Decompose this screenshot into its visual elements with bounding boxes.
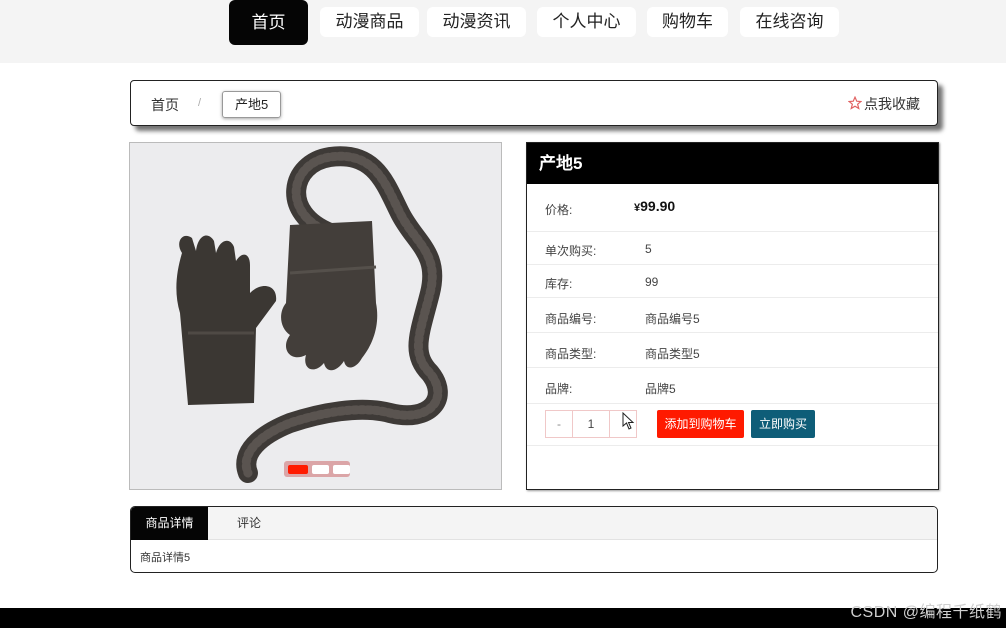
tab-product-details[interactable]: 商品详情 <box>131 507 208 540</box>
product-image-carousel[interactable] <box>129 142 502 490</box>
product-code-row: 商品编号: 商品编号5 <box>527 298 938 333</box>
price-value: ¥99.90 <box>634 198 676 214</box>
breadcrumb-separator: / <box>198 97 202 109</box>
quantity-input[interactable]: 1 <box>573 411 610 437</box>
nav-item-consult[interactable]: 在线咨询 <box>740 7 839 37</box>
favorite-button[interactable]: 点我收藏 <box>847 94 920 114</box>
stock-value: 99 <box>645 275 659 289</box>
star-icon <box>847 95 863 113</box>
nav-item-anime-goods[interactable]: 动漫商品 <box>320 7 419 37</box>
divider <box>527 445 938 446</box>
carousel-indicators <box>284 461 350 477</box>
detail-tabs: 商品详情 评论 商品详情5 <box>130 506 938 573</box>
price-row: 价格: ¥99.90 <box>527 184 938 232</box>
nav-item-profile[interactable]: 个人中心 <box>537 7 636 37</box>
product-type-row: 商品类型: 商品类型5 <box>527 333 938 368</box>
tab-comments[interactable]: 评论 <box>221 507 277 540</box>
price-label: 价格: <box>545 203 573 217</box>
watermark: CSDN @编程千纸鹤 <box>850 604 1002 621</box>
stock-row: 库存: 99 <box>527 265 938 298</box>
breadcrumb-current: 产地5 <box>222 91 282 118</box>
buy-now-button[interactable]: 立即购买 <box>751 410 815 438</box>
product-code-value: 商品编号5 <box>645 312 700 326</box>
product-photo <box>130 143 501 489</box>
nav-item-anime-news[interactable]: 动漫资讯 <box>427 7 526 37</box>
brand-value: 品牌5 <box>645 382 676 396</box>
product-code-label: 商品编号: <box>545 312 597 326</box>
quantity-decrease-button[interactable]: - <box>546 411 573 437</box>
single-purchase-row: 单次购买: 5 <box>527 232 938 265</box>
mouse-cursor-icon <box>622 412 635 430</box>
stock-label: 库存: <box>545 277 573 291</box>
single-purchase-value: 5 <box>645 242 652 256</box>
brand-row: 品牌: 品牌5 <box>527 368 938 404</box>
nav-item-cart[interactable]: 购物车 <box>647 7 728 37</box>
product-info-panel: 产地5 价格: ¥99.90 单次购买: 5 库存: 99 商品编号: 商品编号… <box>526 142 939 490</box>
product-type-label: 商品类型: <box>545 347 597 361</box>
product-type-value: 商品类型5 <box>645 347 700 361</box>
main-nav: 首页 动漫商品 动漫资讯 个人中心 购物车 在线咨询 <box>0 0 1006 63</box>
favorite-label: 点我收藏 <box>864 96 920 112</box>
single-purchase-label: 单次购买: <box>545 244 597 258</box>
tabs-header: 商品详情 评论 <box>131 507 937 540</box>
carousel-dot-3[interactable] <box>333 464 350 474</box>
nav-item-home[interactable]: 首页 <box>229 0 308 45</box>
product-title: 产地5 <box>527 143 938 184</box>
carousel-dot-1[interactable] <box>288 464 308 474</box>
brand-label: 品牌: <box>545 382 573 396</box>
tab-content: 商品详情5 <box>140 552 191 564</box>
breadcrumb-home-link[interactable]: 首页 <box>151 95 179 115</box>
carousel-dot-2[interactable] <box>312 464 329 474</box>
add-to-cart-button[interactable]: 添加到购物车 <box>657 410 744 438</box>
breadcrumb: 首页 / 产地5 点我收藏 <box>130 80 938 126</box>
